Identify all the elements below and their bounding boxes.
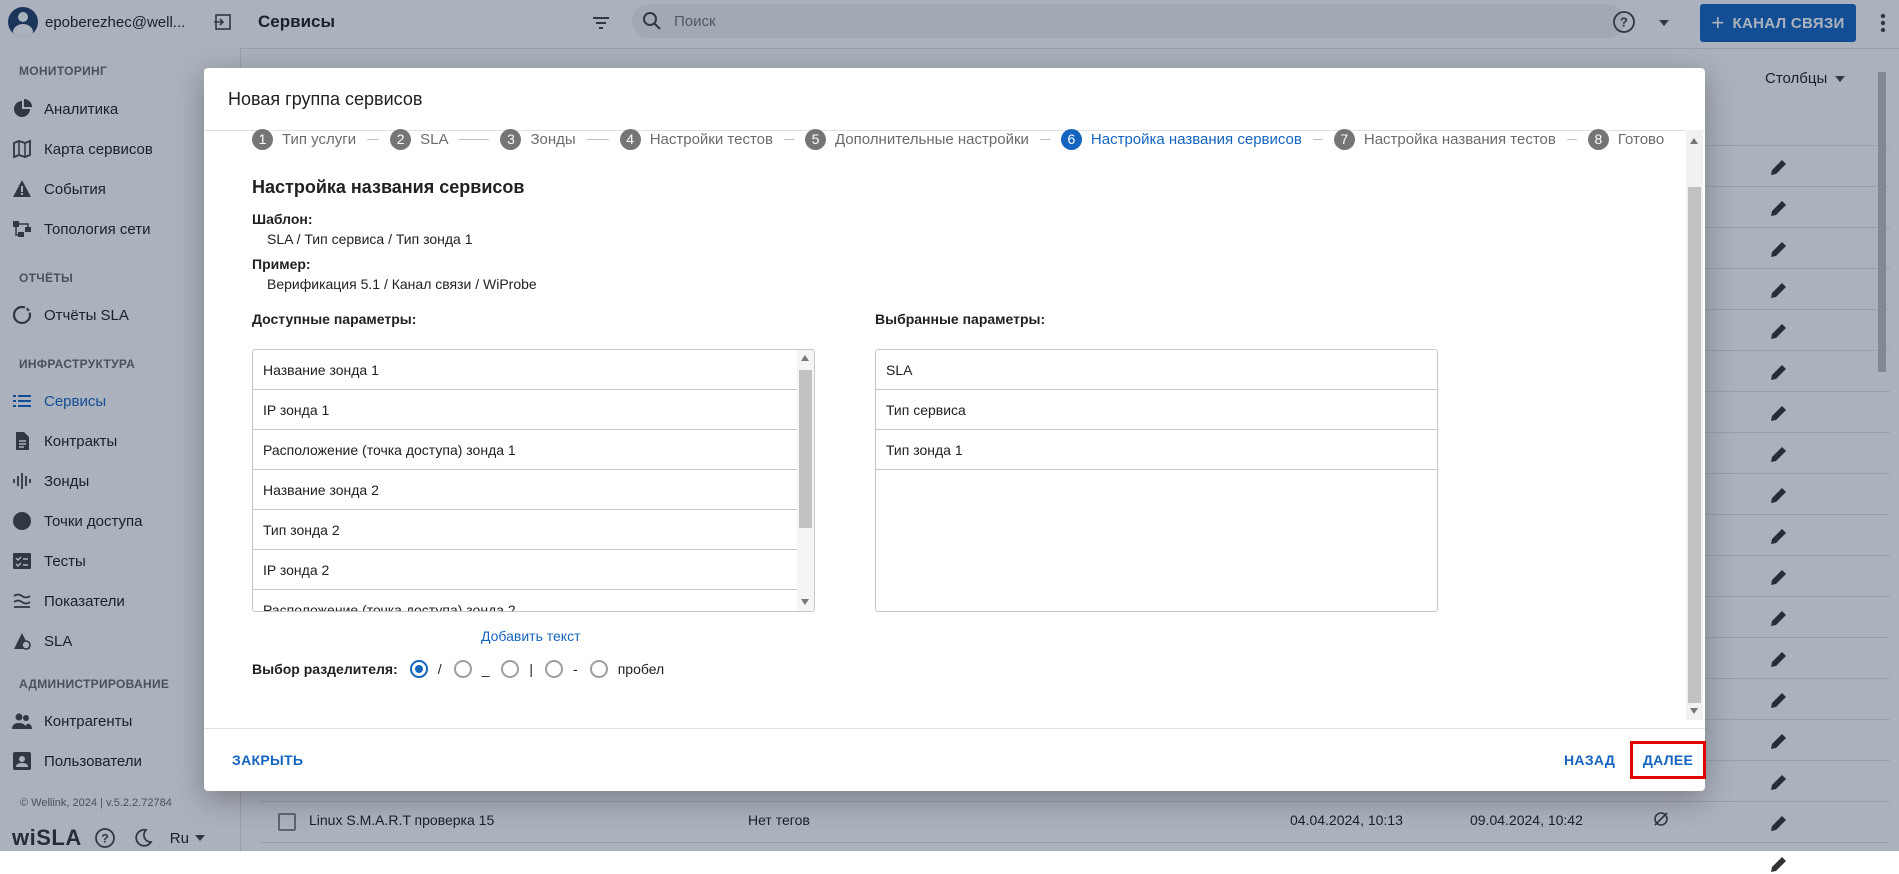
list-item[interactable]: Тип сервиса [876, 390, 1437, 430]
step-label: Тип услуги [282, 130, 357, 148]
separator-pipe[interactable]: | [501, 660, 533, 678]
list-item[interactable]: SLA [876, 350, 1437, 390]
available-params-list[interactable]: Название зонда 1 IP зонда 1 Расположение (… [252, 349, 815, 612]
step-7[interactable]: 7 Настройка названия тестов [1333, 128, 1556, 150]
next-button[interactable]: ДАЛЕЕ [1643, 752, 1693, 768]
radio-label: | [529, 661, 534, 677]
new-service-group-dialog: Новая группа сервисов 1 Тип услуги 2 SLA 3… [204, 68, 1706, 791]
list-item[interactable]: Расположение (точка доступа) зонда 1 [253, 430, 797, 470]
step-label: Настройка названия тестов [1363, 130, 1556, 148]
step-2[interactable]: 2 SLA [390, 128, 449, 150]
separator-space[interactable]: пробел [589, 660, 665, 678]
step-label: SLA [420, 130, 449, 148]
dialog-scrollbar[interactable] [1686, 130, 1703, 720]
list-item[interactable]: IP зонда 2 [253, 550, 797, 590]
step-label: Готово [1617, 130, 1665, 148]
next-button-highlight: ДАЛЕЕ [1630, 741, 1706, 779]
selected-params-list[interactable]: SLA Тип сервиса Тип зонда 1 [875, 349, 1438, 612]
step-4[interactable]: 4 Настройки тестов [619, 128, 773, 150]
radio-button[interactable] [545, 660, 564, 678]
separator-slash[interactable]: / [409, 660, 442, 678]
list-item[interactable]: Расположение (точка доступа) зонда 2 [253, 590, 797, 612]
step-label: Настройка названия сервисов [1090, 130, 1302, 148]
list-item[interactable]: Название зонда 1 [253, 350, 797, 390]
separator-underscore[interactable]: _ [453, 660, 490, 678]
section-title: Настройка названия сервисов [252, 177, 525, 197]
list-item[interactable]: Название зонда 2 [253, 470, 797, 510]
separator-dash[interactable]: - [545, 660, 578, 678]
radio-label: / [437, 661, 442, 677]
step-8[interactable]: 8 Готово [1587, 128, 1665, 150]
available-params-label: Доступные параметры: [252, 311, 417, 327]
radio-label: _ [481, 661, 490, 677]
stepper: 1 Тип услуги 2 SLA 3 Зонды 4 Настройки тесто… [252, 128, 1664, 150]
radio-button[interactable] [409, 660, 428, 678]
step-5[interactable]: 5 Дополнительные настройки [804, 128, 1029, 150]
step-label: Дополнительные настройки [834, 130, 1029, 148]
template-value: SLA / Тип сервиса / Тип зонда 1 [267, 231, 473, 247]
step-3[interactable]: 3 Зонды [500, 128, 576, 150]
radio-button[interactable] [501, 660, 520, 678]
separator-label: Выбор разделителя: [252, 661, 398, 677]
template-label: Шаблон: [252, 211, 313, 227]
list-item[interactable]: Тип зонда 1 [876, 430, 1437, 470]
edit-icon[interactable] [1769, 854, 1789, 874]
list-item[interactable]: IP зонда 1 [253, 390, 797, 430]
step-1[interactable]: 1 Тип услуги [252, 128, 357, 150]
radio-label: - [573, 661, 578, 677]
back-button[interactable]: НАЗАД [1564, 752, 1615, 768]
selected-params-label: Выбранные параметры: [875, 311, 1046, 327]
radio-label: пробел [617, 661, 665, 677]
separator-selector: Выбор разделителя: / _ | - пробел [252, 660, 676, 678]
radio-button[interactable] [589, 660, 608, 678]
step-label: Зонды [530, 130, 576, 148]
divider [204, 728, 1705, 729]
step-6[interactable]: 6 Настройка названия сервисов [1060, 128, 1302, 150]
add-text-link[interactable]: Добавить текст [481, 628, 581, 644]
close-button[interactable]: ЗАКРЫТЬ [232, 752, 303, 768]
list-item[interactable]: Тип зонда 2 [253, 510, 797, 550]
dialog-title: Новая группа сервисов [228, 89, 423, 109]
example-value: Верификация 5.1 / Канал связи / WiProbe [267, 276, 537, 292]
list-scrollbar[interactable] [797, 350, 814, 611]
example-label: Пример: [252, 256, 311, 272]
step-label: Настройки тестов [649, 130, 773, 148]
radio-button[interactable] [453, 660, 472, 678]
